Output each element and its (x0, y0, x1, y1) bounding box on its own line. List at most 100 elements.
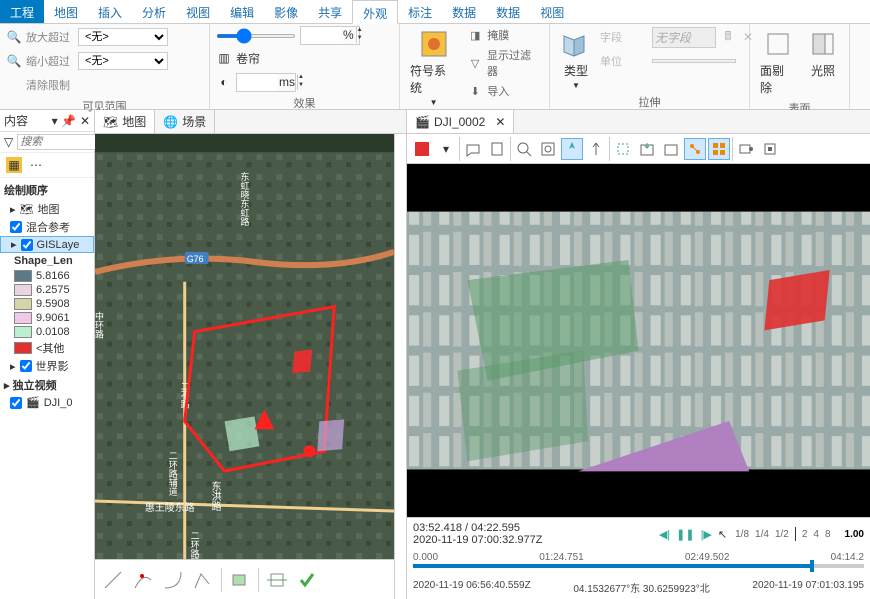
tab-edit[interactable]: 编辑 (220, 0, 264, 23)
field-select: 无字段 (652, 27, 716, 48)
zoom-to-icon[interactable] (513, 138, 535, 160)
tab-data2[interactable]: 数据 (486, 0, 530, 23)
transparency-slider[interactable] (216, 34, 296, 38)
finish-tool[interactable] (295, 568, 319, 592)
rect-tool[interactable] (228, 568, 252, 592)
close-icon[interactable]: ✕ (76, 114, 90, 128)
legend-row: 9.9061 (14, 311, 94, 325)
ribbon: 🔍 放大超过 <无> 🔍 缩小超过 <无> 清除限制 可见范围 (0, 24, 870, 110)
import-button[interactable]: ⬇导入 (465, 82, 543, 100)
tab-map[interactable]: 地图 (44, 0, 88, 23)
legend-row: <其他 (14, 339, 94, 357)
annotation-icon[interactable] (462, 138, 484, 160)
ref-layer[interactable]: 混合参考 (0, 218, 94, 236)
tab-appearance[interactable]: 外观 (352, 0, 398, 24)
trace-tool[interactable] (191, 568, 215, 592)
close-tab-icon[interactable]: ✕ (489, 115, 505, 129)
playback-timestamp: 2020-11-19 07:00:32.977Z (413, 534, 542, 546)
tab-analysis[interactable]: 分析 (132, 0, 176, 23)
link-icon[interactable] (684, 138, 706, 160)
timeline[interactable]: 0.000 01:24.751 02:49.502 04:14.2 (413, 550, 864, 578)
more-icon[interactable]: ⋯ (28, 157, 44, 173)
video-viewport[interactable] (407, 164, 870, 517)
main: 内容 ▾ 📌 ✕ ▽ ▦ ⋯ 绘制顺序 ▸ 🗺 地图 混合参考 ▸ GISLay… (0, 110, 870, 599)
display-filter-button[interactable]: ▽显示过滤器 (465, 46, 543, 80)
step-fwd-icon[interactable]: |▶ (701, 528, 712, 541)
bookmark-icon[interactable] (486, 138, 508, 160)
pin-icon[interactable]: ▾ 📌 (52, 114, 76, 128)
mask-button[interactable]: ◨掩膜 (465, 26, 543, 44)
tab-imagery[interactable]: 影像 (264, 0, 308, 23)
grid-icon[interactable] (708, 138, 730, 160)
extrude-group-label: 拉伸 (556, 92, 743, 112)
tab-share[interactable]: 共享 (308, 0, 352, 23)
svg-text:惠王陵东路: 惠王陵东路 (145, 501, 195, 514)
map-node[interactable]: ▸ 🗺 地图 (0, 200, 94, 218)
tab-project[interactable]: 工程 (0, 0, 44, 23)
color-picker[interactable] (411, 138, 433, 160)
video-item[interactable]: 🎬 DJI_0 (0, 395, 94, 410)
clear-limit[interactable]: 清除限制 (26, 77, 74, 93)
zoom-out-icon: 🔍 (6, 53, 22, 69)
field-label: Shape_Len (14, 253, 94, 269)
spin-up[interactable]: ▲ (356, 27, 363, 35)
swipe-label: 卷帘 (236, 50, 260, 67)
curve-tool[interactable] (161, 568, 185, 592)
edit-toolbar (95, 559, 394, 599)
record-icon[interactable] (735, 138, 757, 160)
tab-view2[interactable]: 视图 (530, 0, 574, 23)
map-icon: 🗺 (20, 203, 34, 216)
unit-label: 单位 (600, 53, 648, 69)
extent-icon[interactable] (537, 138, 559, 160)
symbology-dropdown-icon: ▼ (430, 98, 438, 107)
video-pane: 🎬DJI_0002✕ ▾ (407, 110, 870, 599)
world-imagery[interactable]: ▸ 世界影 (0, 357, 94, 375)
tab-insert[interactable]: 插入 (88, 0, 132, 23)
transparency-spin[interactable]: 32.0 % ▲▼ (300, 26, 360, 45)
zoom-out-select[interactable]: <无> (78, 52, 168, 70)
north-icon[interactable] (585, 138, 607, 160)
select-icon[interactable] (612, 138, 634, 160)
swipe-icon[interactable]: ▥ (216, 50, 232, 66)
snap-tool[interactable] (265, 568, 289, 592)
filter-icon[interactable]: ▽ (4, 134, 13, 150)
gis-layer[interactable]: ▸ GISLaye (0, 236, 94, 253)
symbology-icon (418, 28, 450, 60)
spin-down[interactable]: ▼ (356, 35, 363, 43)
legend-row: 0.0108 (14, 325, 94, 339)
video-section: ▸ 独立视频 (0, 375, 94, 395)
map-view[interactable]: G76 惠王陵东路 东洪路 二不路 二环路辅道 二环路路 中环路 东虹晓东虹路 (95, 134, 395, 599)
line-tool[interactable] (101, 568, 125, 592)
gis-checkbox[interactable] (21, 239, 33, 251)
contents-header: 内容 ▾ 📌 ✕ (0, 110, 94, 132)
tab-label[interactable]: 标注 (398, 0, 442, 23)
symbology-button[interactable]: 符号系统 ▼ (406, 26, 461, 109)
ref-checkbox[interactable] (10, 221, 22, 233)
zoom-in-select[interactable]: <无> (78, 28, 168, 46)
tab-data[interactable]: 数据 (442, 0, 486, 23)
extrusion-type-button[interactable]: 类型 ▼ (556, 26, 596, 92)
arc-tool[interactable] (131, 568, 155, 592)
face-cull-button[interactable]: 面剔除 (756, 26, 799, 98)
scene-tab[interactable]: 🌐场景 (155, 110, 215, 133)
flicker-spin[interactable]: 500.0 ms ▲▼ (236, 73, 296, 92)
settings-icon[interactable] (759, 138, 781, 160)
cull-icon (762, 28, 794, 60)
export-icon[interactable] (636, 138, 658, 160)
extrusion-icon (560, 28, 592, 60)
lighting-button[interactable]: 光照 (803, 26, 843, 81)
list-by-drawing-icon[interactable]: ▦ (6, 157, 22, 173)
pause-icon[interactable]: ❚❚ (676, 528, 694, 541)
flicker-value[interactable]: 500.0 (237, 74, 277, 91)
tab-view[interactable]: 视图 (176, 0, 220, 23)
nav-icon[interactable] (561, 138, 583, 160)
transparency-value[interactable]: 32.0 (301, 27, 341, 44)
speed-selector[interactable]: 1/81/41/2 248 1.00 (735, 527, 864, 541)
dropdown-icon[interactable]: ▾ (435, 138, 457, 160)
filter-icon: ▽ (467, 55, 483, 71)
flicker-icon[interactable]: ◐ (216, 74, 232, 90)
map-tab[interactable]: 🗺地图 (95, 110, 155, 133)
step-back-icon[interactable]: ◀| (659, 528, 670, 541)
video-tab[interactable]: 🎬DJI_0002✕ (407, 110, 514, 133)
frame-icon[interactable] (660, 138, 682, 160)
